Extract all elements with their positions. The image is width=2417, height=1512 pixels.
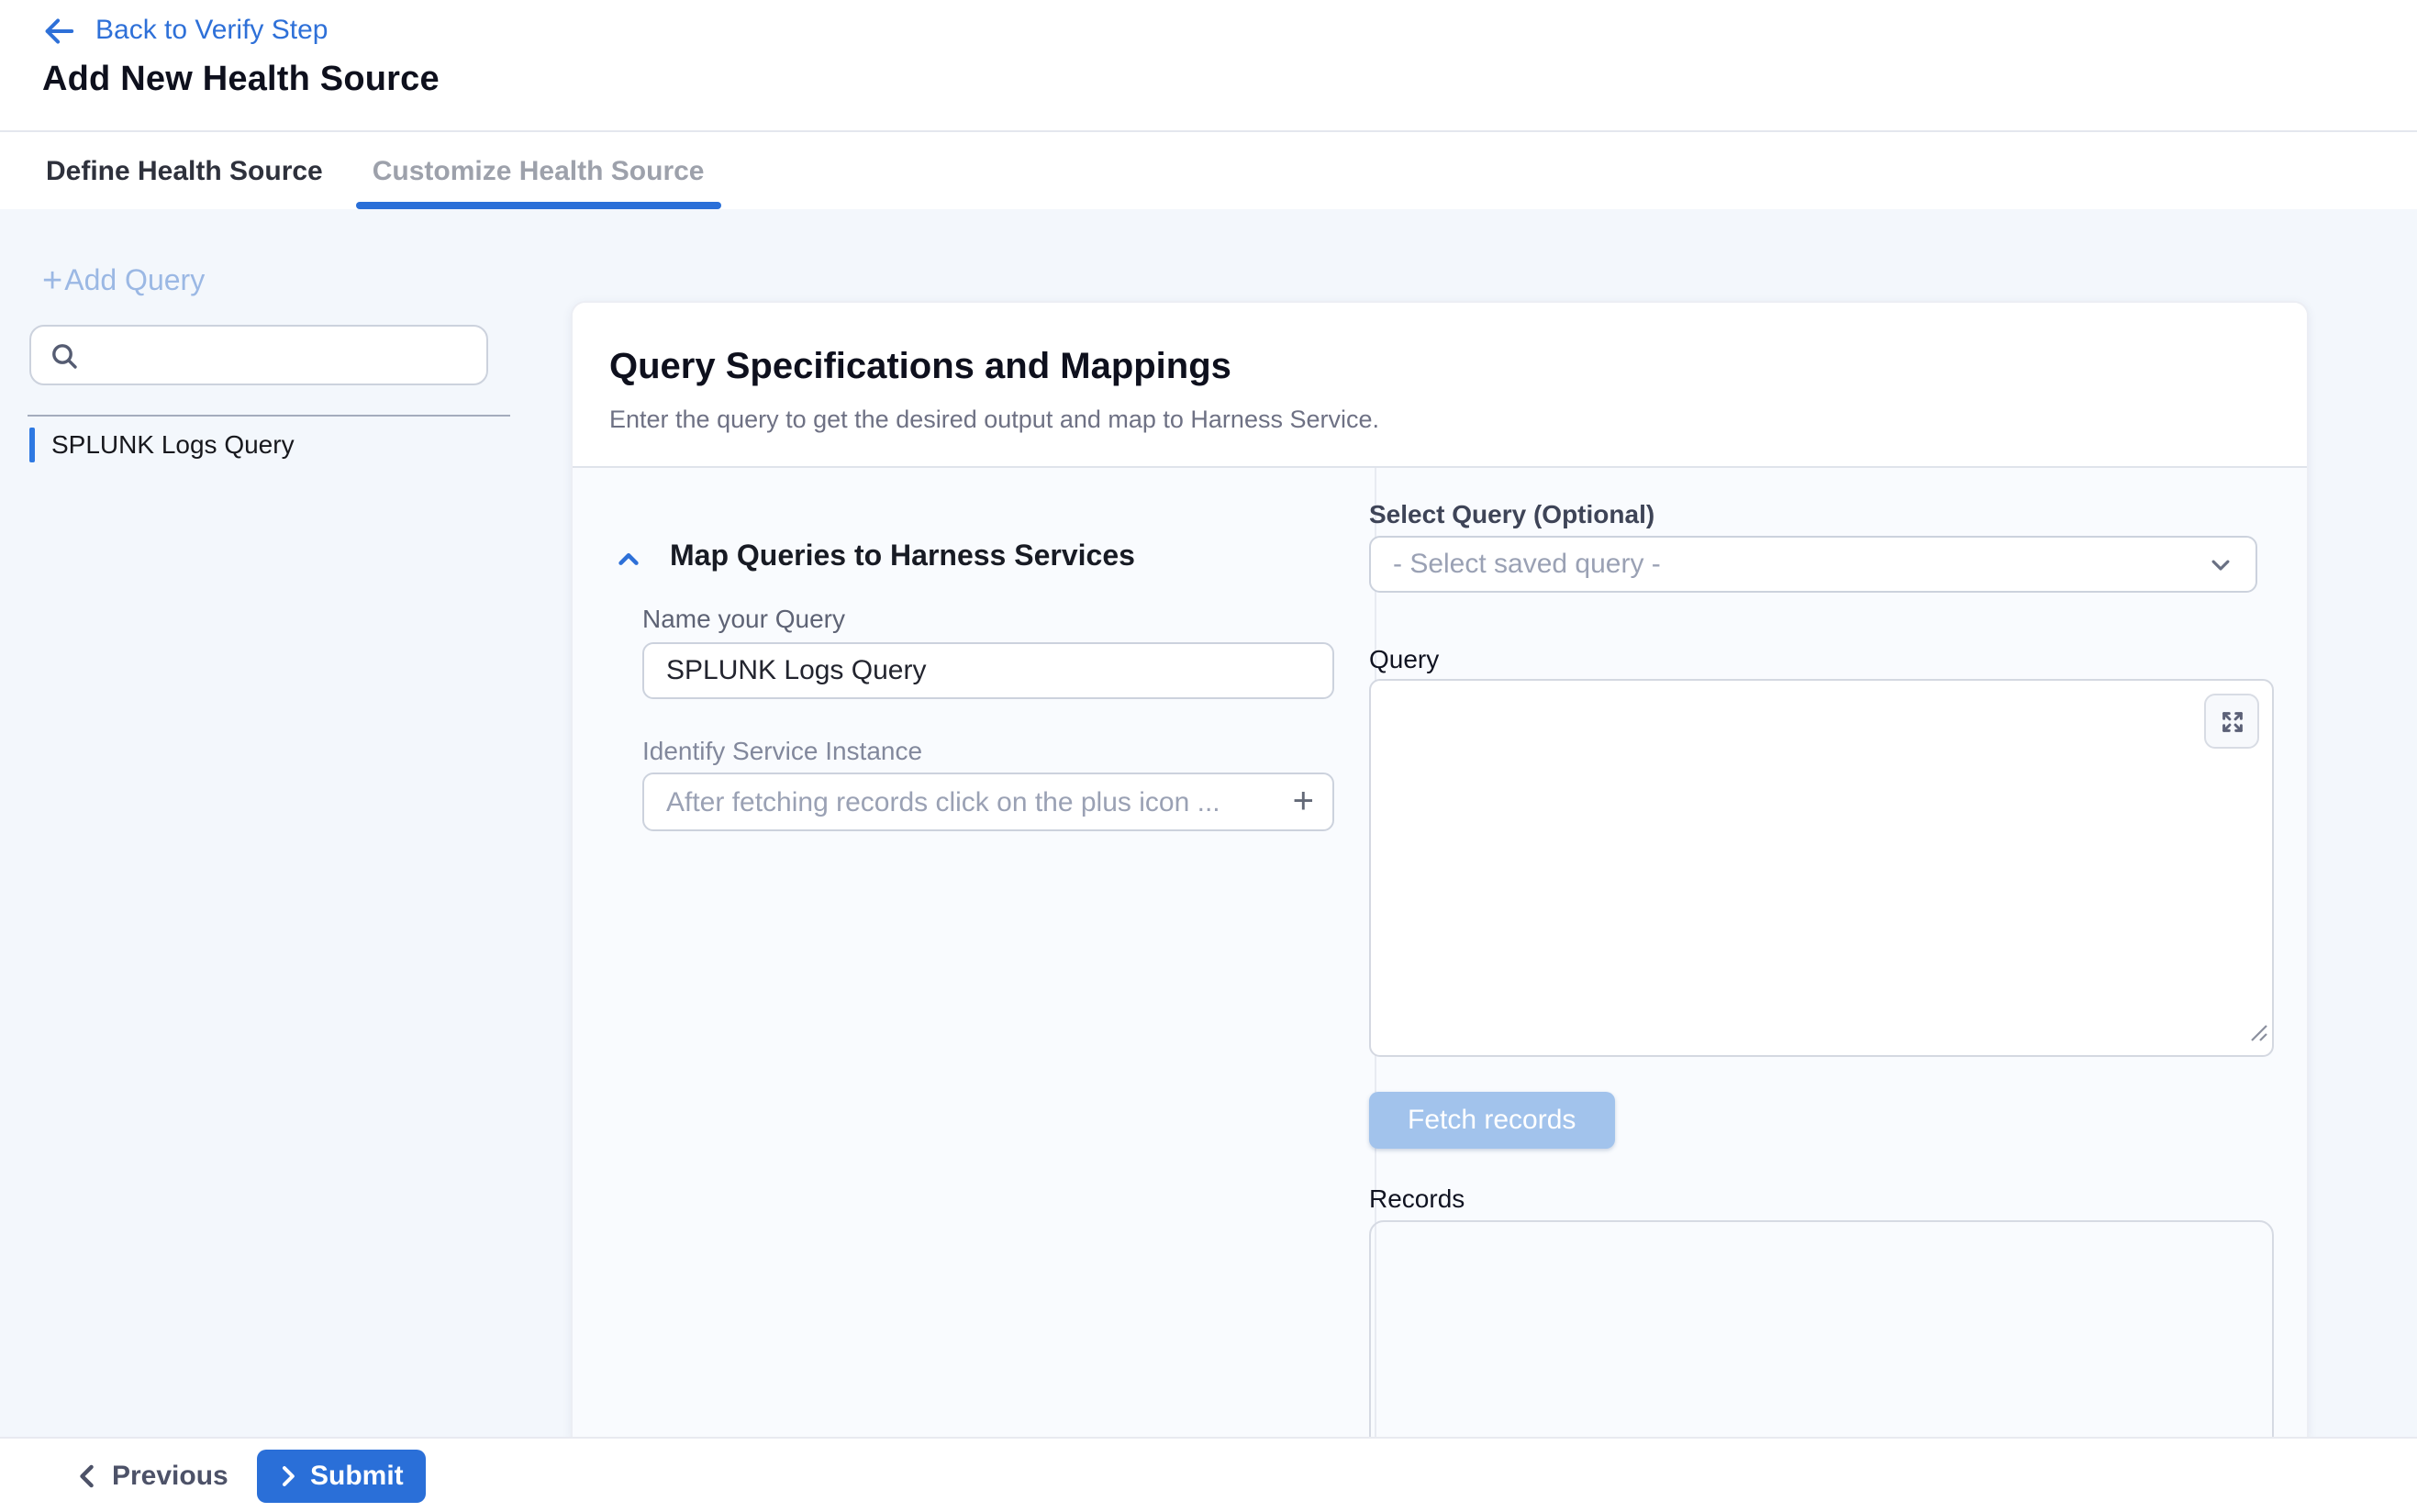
service-instance-field: +	[642, 773, 1334, 831]
query-name-input[interactable]	[642, 642, 1334, 699]
panel-title: Query Specifications and Mappings	[609, 347, 1231, 389]
chevron-left-icon	[77, 1462, 97, 1489]
page-title: Add New Health Source	[42, 61, 440, 101]
identify-service-instance-label: Identify Service Instance	[642, 736, 922, 765]
chevron-right-icon	[279, 1464, 297, 1488]
search-input[interactable]	[94, 339, 468, 372]
saved-query-select-value: - Select saved query -	[1393, 549, 2208, 580]
search-icon	[50, 340, 79, 370]
add-query-label: Add Query	[64, 265, 205, 298]
selected-indicator-bar	[29, 428, 35, 462]
query-list-item[interactable]: SPLUNK Logs Query	[29, 428, 295, 462]
saved-query-select[interactable]: - Select saved query -	[1369, 536, 2257, 593]
back-arrow-icon	[42, 16, 75, 45]
submit-label: Submit	[310, 1461, 404, 1492]
query-search-box[interactable]	[29, 325, 488, 385]
expand-icon	[2218, 707, 2245, 735]
select-query-label: Select Query (Optional)	[1369, 499, 1654, 528]
chevron-down-icon	[2208, 551, 2233, 577]
panel-body: Map Queries to Harness Services Name you…	[573, 468, 2307, 1439]
query-textarea[interactable]	[1369, 679, 2274, 1057]
content-area: + Add Query SPLUNK Logs Query Query Spec…	[0, 209, 2417, 1439]
panel-header: Query Specifications and Mappings Enter …	[573, 303, 2307, 468]
previous-label: Previous	[112, 1460, 228, 1491]
back-link-label: Back to Verify Step	[95, 15, 328, 46]
plus-icon: +	[42, 264, 62, 299]
map-queries-section-toggle[interactable]: Map Queries to Harness Services	[615, 541, 1135, 574]
footer-bar: Previous Submit	[0, 1439, 2417, 1512]
query-item-label: SPLUNK Logs Query	[51, 428, 295, 462]
service-instance-input[interactable]	[642, 773, 1334, 831]
tab-define-health-source[interactable]: Define Health Source	[46, 132, 323, 209]
query-specifications-panel: Query Specifications and Mappings Enter …	[571, 301, 2309, 1439]
records-box	[1369, 1220, 2274, 1439]
previous-button[interactable]: Previous	[77, 1439, 228, 1512]
panel-subtitle: Enter the query to get the desired outpu…	[609, 406, 1379, 433]
sidebar-divider	[28, 415, 510, 417]
chevron-up-icon	[615, 544, 642, 572]
tab-customize-health-source[interactable]: Customize Health Source	[356, 132, 721, 209]
name-your-query-label: Name your Query	[642, 604, 845, 633]
page: Back to Verify Step Add New Health Sourc…	[0, 0, 2417, 1512]
add-service-instance-plus-icon[interactable]: +	[1293, 784, 1314, 820]
query-label: Query	[1369, 644, 1439, 673]
map-queries-heading: Map Queries to Harness Services	[670, 541, 1135, 574]
submit-button[interactable]: Submit	[257, 1450, 426, 1503]
query-editor	[1369, 679, 2274, 1057]
back-to-verify-step-link[interactable]: Back to Verify Step	[42, 15, 328, 46]
add-query-button[interactable]: + Add Query	[42, 264, 205, 299]
fetch-records-button[interactable]: Fetch records	[1369, 1092, 1614, 1149]
expand-query-button[interactable]	[2204, 694, 2259, 749]
records-label: Records	[1369, 1184, 1465, 1213]
tab-bar: Define Health Source Customize Health So…	[0, 132, 2417, 209]
